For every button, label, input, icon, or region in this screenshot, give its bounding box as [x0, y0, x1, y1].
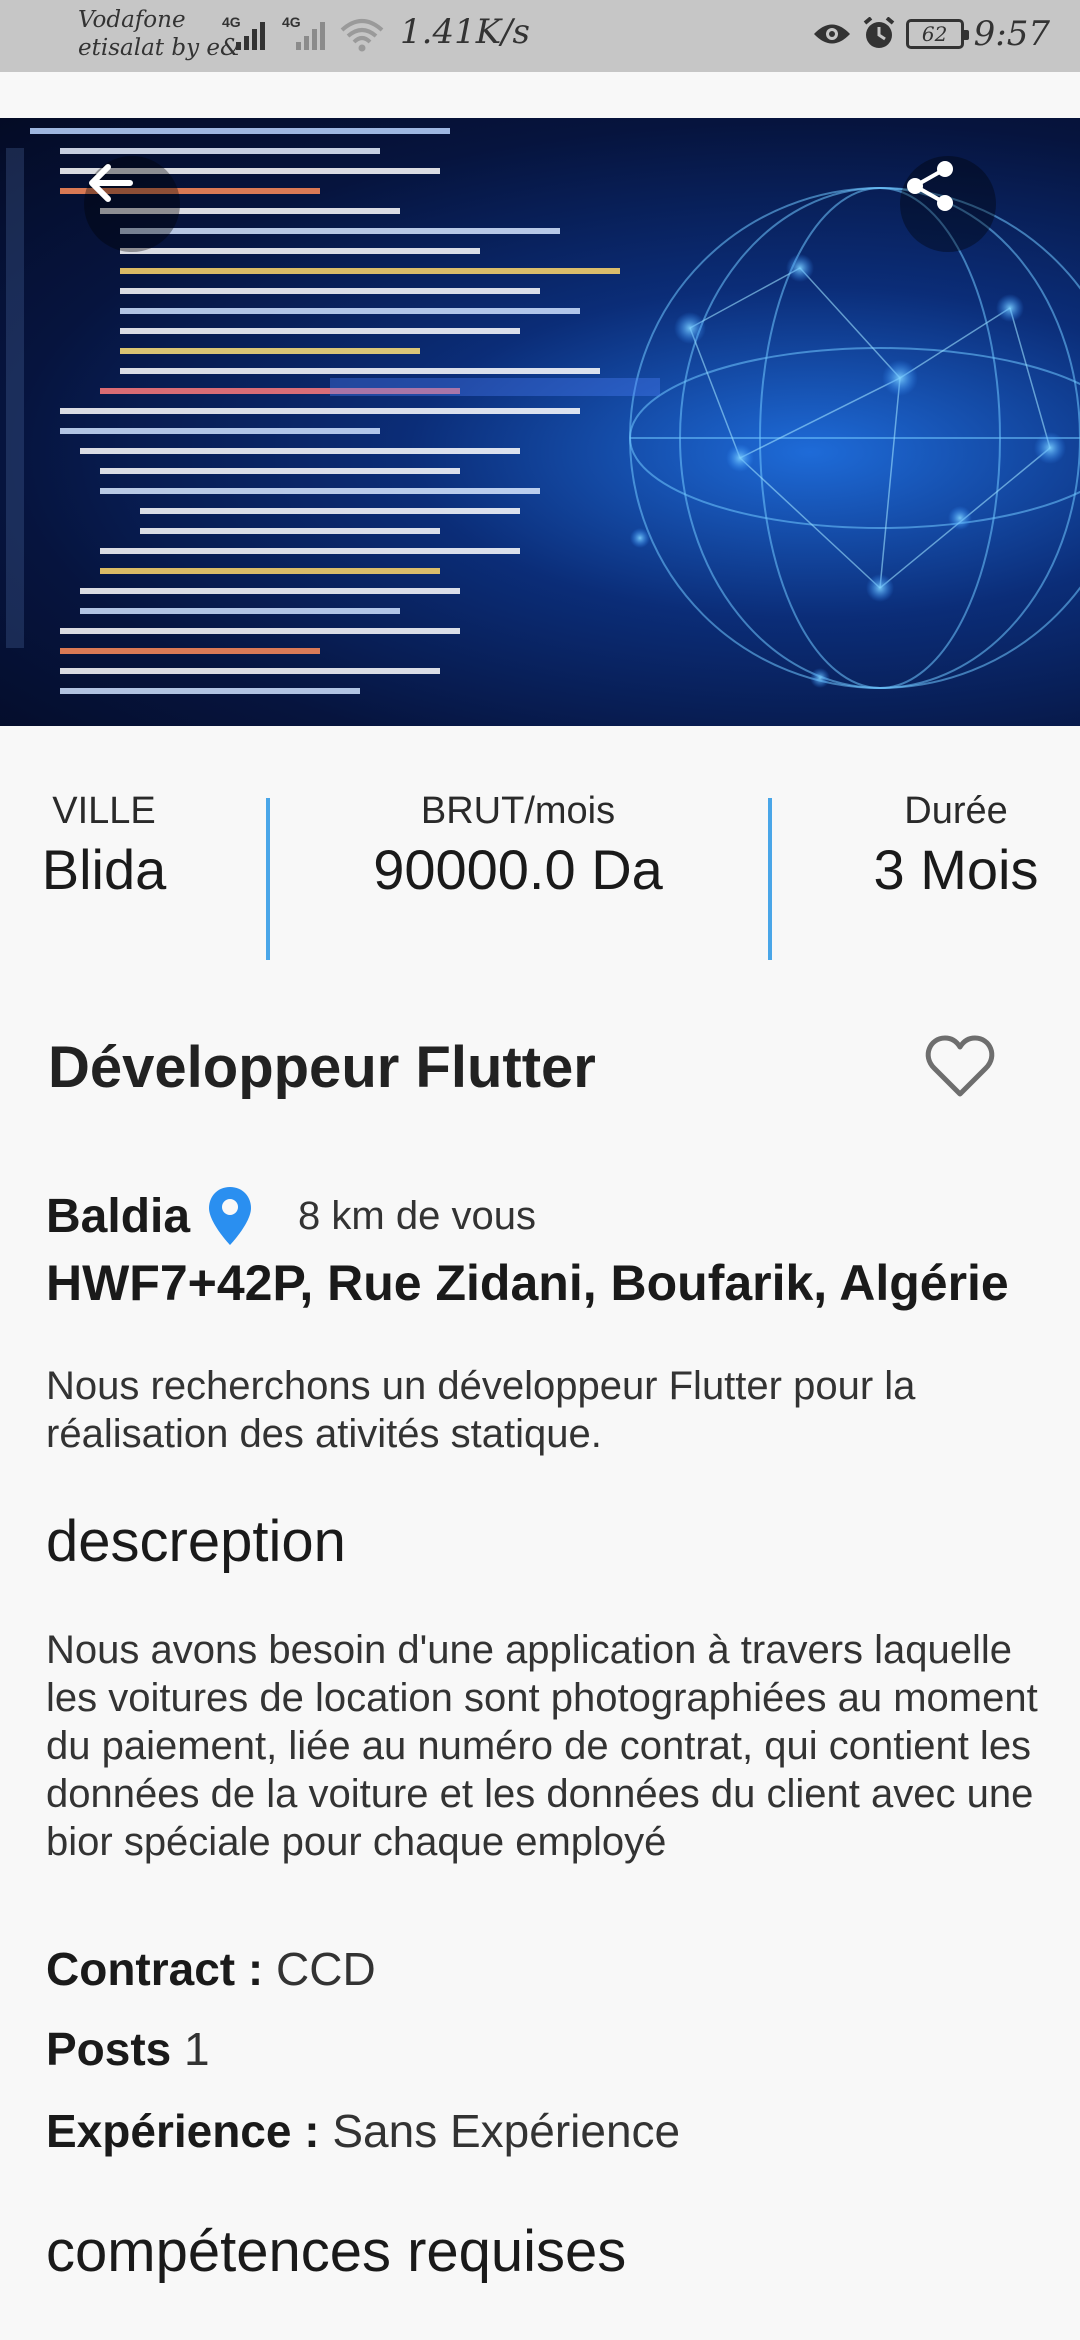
wifi-icon — [340, 19, 384, 52]
job-title: Développeur Flutter — [48, 1035, 596, 1100]
favorite-button[interactable] — [924, 1034, 996, 1100]
posts-label: Posts — [46, 2023, 172, 2075]
carrier-line-1: Vodafone — [78, 7, 186, 33]
experience-label: Expérience : — [46, 2105, 320, 2157]
battery-icon: 62 — [905, 19, 969, 49]
duration-stat: Durée 3 Mois — [856, 790, 1056, 902]
posts-value: 1 — [184, 2023, 210, 2075]
network-speed: 1.41K/s — [400, 12, 531, 52]
distance-text: 8 km de vous — [298, 1193, 536, 1238]
salary-label: BRUT/mois — [420, 790, 616, 832]
contract-value: CCD — [276, 1943, 376, 1995]
battery-level: 62 — [921, 22, 948, 46]
back-button[interactable] — [84, 156, 180, 252]
location-pin-icon[interactable] — [206, 1185, 254, 1247]
location-name: Baldia — [46, 1189, 191, 1243]
salary-stat: BRUT/mois 90000.0 Da — [300, 790, 736, 902]
status-bar: Vodafone etisalat by e& 4G 4G 1.41K/s 62… — [0, 0, 1080, 72]
experience-row: Expérience : Sans Expérience — [46, 2104, 680, 2158]
salary-value: 90000.0 Da — [373, 838, 663, 901]
duration-label: Durée — [904, 790, 1008, 832]
job-description: Nous avons besoin d'une application à tr… — [46, 1628, 1038, 1864]
location-row: Baldia 8 km de vous — [46, 1186, 536, 1246]
duration-value: 3 Mois — [873, 838, 1039, 901]
carrier-name: Vodafone etisalat by e& — [78, 6, 240, 62]
city-label: VILLE — [52, 790, 156, 832]
carrier-line-2: etisalat by e& — [78, 35, 241, 61]
city-value: Blida — [41, 838, 167, 901]
share-button[interactable] — [900, 156, 996, 252]
address-text: HWF7+42P, Rue Zidani, Boufarik, Algérie — [46, 1255, 1009, 1311]
stat-divider — [768, 798, 772, 960]
experience-value: Sans Expérience — [332, 2105, 681, 2157]
job-cover-image — [0, 118, 1080, 726]
heart-outline-icon — [925, 1035, 995, 1097]
description-heading: descreption — [46, 1509, 346, 1574]
job-summary: Nous recherchons un développeur Flutter … — [46, 1364, 916, 1456]
clock-time: 9:57 — [973, 14, 1050, 54]
skills-heading: compétences requises — [46, 2219, 627, 2284]
city-stat: VILLE Blida — [22, 790, 186, 902]
posts-row: Posts 1 — [46, 2022, 210, 2076]
share-icon — [907, 161, 953, 211]
arrow-back-icon — [89, 164, 133, 202]
contract-label: Contract : — [46, 1943, 264, 1995]
alarm-icon — [863, 17, 894, 48]
stat-divider — [266, 798, 270, 960]
contract-row: Contract : CCD — [46, 1942, 376, 1996]
job-stats-row: VILLE Blida BRUT/mois 90000.0 Da Durée 3… — [0, 790, 1080, 970]
eye-icon — [813, 24, 850, 44]
